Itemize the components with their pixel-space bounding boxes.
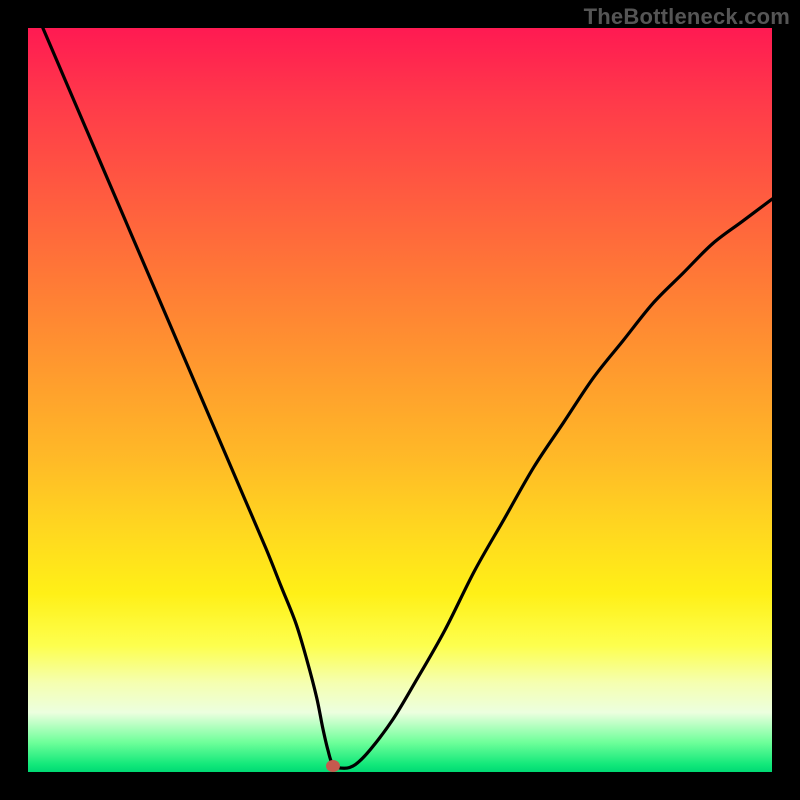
chart-frame: TheBottleneck.com — [0, 0, 800, 800]
plot-area — [28, 28, 772, 772]
bottleneck-marker — [326, 760, 340, 772]
watermark-text: TheBottleneck.com — [584, 4, 790, 30]
bottleneck-curve — [28, 28, 772, 772]
